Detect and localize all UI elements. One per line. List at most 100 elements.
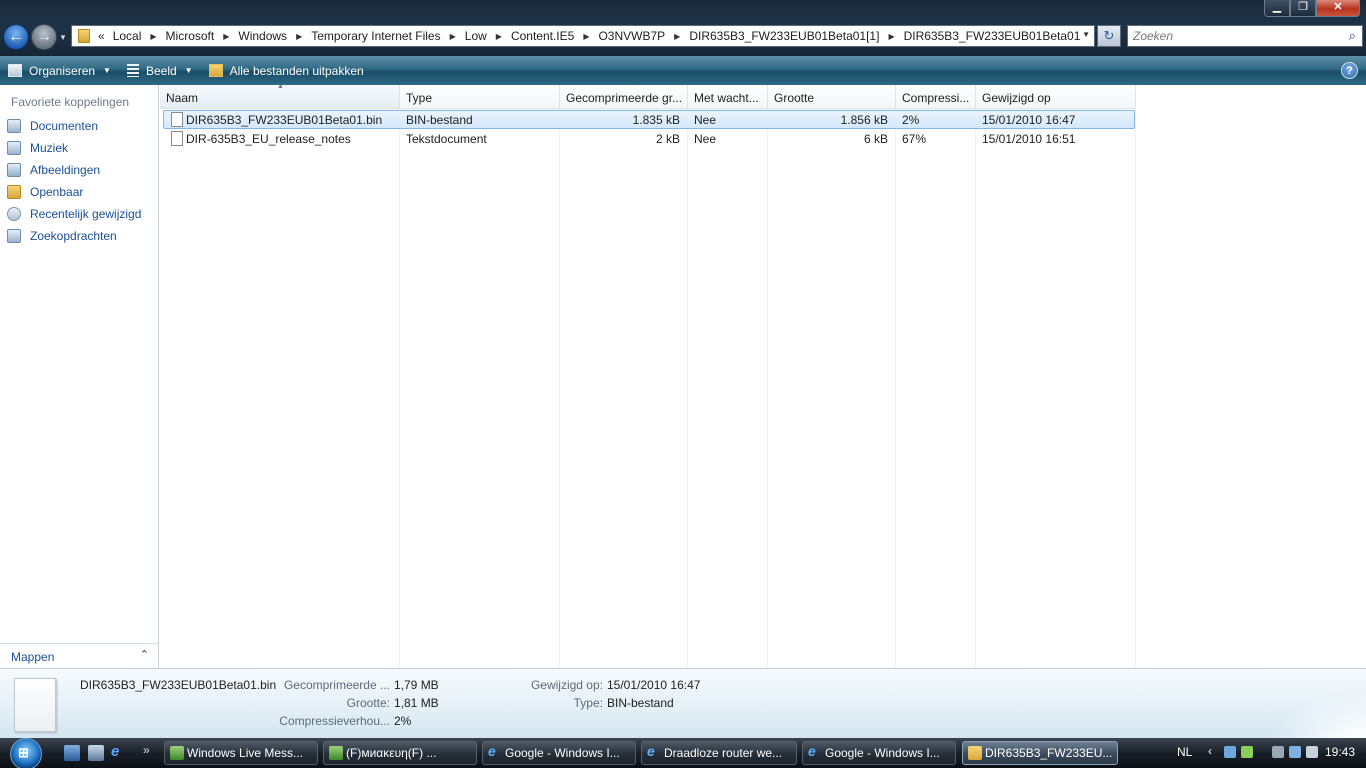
maximize-button[interactable]: ❐ — [1290, 0, 1316, 17]
organize-icon — [8, 64, 22, 77]
network-icon[interactable] — [1224, 746, 1236, 758]
column-header-compressed[interactable]: Gecomprimeerde gr... — [560, 85, 688, 109]
breadcrumb-segment[interactable]: Windows ▶ — [238, 29, 311, 43]
recent-pages-dropdown[interactable]: ▼ — [59, 33, 67, 42]
column-header-password[interactable]: Met wacht... — [688, 85, 768, 109]
sidebar-item-documents[interactable]: Documenten — [0, 115, 158, 137]
breadcrumb-segment[interactable]: Local ▶ — [113, 29, 166, 43]
file-modified: 15/01/2010 16:51 — [982, 132, 1076, 146]
documents-icon — [7, 119, 21, 133]
breadcrumb-segment[interactable]: Content.IE5 ▶ — [511, 29, 599, 43]
breadcrumb-separator-icon[interactable]: ▶ — [888, 32, 894, 41]
breadcrumb-separator-icon[interactable]: ▶ — [296, 32, 302, 41]
file-password: Nee — [694, 113, 717, 127]
battery-icon[interactable] — [1272, 746, 1284, 758]
chevron-down-icon: ▼ — [184, 66, 193, 75]
details-compressed-label: Gecomprimeerde ... — [283, 678, 390, 692]
language-indicator[interactable]: NL — [1177, 745, 1192, 759]
show-desktop-icon[interactable] — [64, 745, 80, 761]
table-row[interactable]: DIR-635B3_EU_release_notes Tekstdocument… — [160, 129, 1140, 148]
taskbar-button-explorer[interactable]: DIR635B3_FW233EU... — [962, 741, 1118, 765]
column-header-size[interactable]: Grootte — [768, 85, 896, 109]
help-icon[interactable]: ? — [1341, 62, 1358, 79]
safely-remove-icon[interactable] — [1289, 746, 1301, 758]
breadcrumb-separator-icon[interactable]: ▶ — [583, 32, 589, 41]
extract-all-button[interactable]: Alle bestanden uitpakken — [201, 56, 372, 85]
start-button[interactable]: ⊞ — [6, 738, 46, 768]
close-button[interactable]: ✕ — [1316, 0, 1360, 17]
sidebar-item-searches[interactable]: Zoekopdrachten — [0, 225, 158, 247]
column-divider — [975, 109, 976, 668]
column-header-ratio[interactable]: Compressi... — [896, 85, 976, 109]
internet-explorer-icon: e — [808, 743, 816, 759]
system-tray: NL ‹ 19:43 — [1168, 738, 1366, 768]
taskbar-button-messenger[interactable]: Windows Live Mess... — [164, 741, 318, 765]
column-label: Met wacht... — [694, 91, 759, 105]
file-password: Nee — [694, 132, 717, 146]
breadcrumb-segment[interactable]: O3NVWB7P ▶ — [598, 29, 689, 43]
breadcrumb-segment[interactable]: DIR635B3_FW233EUB01Beta01 — [904, 29, 1081, 43]
sidebar-item-label: Zoekopdrachten — [30, 229, 117, 243]
table-row[interactable]: DIR635B3_FW233EUB01Beta01.bin BIN-bestan… — [160, 110, 1140, 129]
details-type-value: BIN-bestand — [607, 696, 674, 710]
file-name: DIR635B3_FW233EUB01Beta01.bin — [186, 113, 383, 127]
organize-label: Organiseren — [29, 63, 96, 78]
column-header-type[interactable]: Type — [400, 85, 560, 109]
switch-windows-icon[interactable] — [88, 745, 104, 761]
back-button[interactable]: ← — [3, 24, 29, 50]
breadcrumb-segment[interactable]: DIR635B3_FW233EUB01Beta01[1] ▶ — [689, 29, 903, 43]
sidebar-item-label: Recentelijk gewijzigd — [30, 207, 142, 221]
decorative-swirl — [1236, 669, 1366, 739]
column-divider — [767, 109, 768, 668]
breadcrumb-separator-icon[interactable]: ▶ — [450, 32, 456, 41]
breadcrumb-separator-icon[interactable]: ▶ — [223, 32, 229, 41]
taskbar-button-router[interactable]: e Draadloze router we... — [641, 741, 797, 765]
breadcrumb-separator-icon[interactable]: ▶ — [496, 32, 502, 41]
column-header-modified[interactable]: Gewijzigd op — [976, 85, 1136, 109]
search-input[interactable]: Zoeken ⌕ — [1127, 25, 1363, 47]
clock[interactable]: 19:43 — [1325, 745, 1355, 759]
file-modified: 15/01/2010 16:47 — [982, 113, 1076, 127]
sidebar-item-recent[interactable]: Recentelijk gewijzigd — [0, 203, 158, 225]
favorites-heading: Favoriete koppelingen — [11, 95, 130, 109]
details-modified-label: Gewijzigd op: — [530, 678, 603, 692]
breadcrumb-overflow[interactable]: « — [98, 29, 105, 43]
wireless-icon[interactable] — [1241, 746, 1253, 758]
file-icon — [171, 112, 183, 127]
chevron-down-icon: ▼ — [103, 66, 111, 75]
show-hidden-icons[interactable]: ‹ — [1208, 744, 1212, 758]
sidebar-item-music[interactable]: Muziek — [0, 137, 158, 159]
breadcrumb-separator-icon[interactable]: ▶ — [150, 32, 156, 41]
internet-explorer-icon[interactable]: e — [111, 743, 127, 760]
address-dropdown-icon[interactable]: ▼ — [1082, 30, 1090, 39]
taskbar-button-google-1[interactable]: e Google - Windows I... — [482, 741, 636, 765]
breadcrumb-segment[interactable]: Low ▶ — [465, 29, 511, 43]
column-label: Grootte — [774, 91, 815, 105]
view-button[interactable]: Beeld ▼ — [119, 56, 201, 85]
column-label: Gewijzigd op — [982, 91, 1051, 105]
details-size-value: 1,81 MB — [394, 696, 439, 710]
sidebar-item-pictures[interactable]: Afbeeldingen — [0, 159, 158, 181]
breadcrumb-segment[interactable]: Temporary Internet Files ▶ — [311, 29, 465, 43]
address-bar[interactable]: « Local ▶ Microsoft ▶ Windows ▶ Temporary Inte… — [71, 25, 1095, 47]
minimize-button[interactable]: ▁ — [1264, 0, 1290, 17]
breadcrumb-separator-icon[interactable]: ▶ — [674, 32, 680, 41]
quick-launch-more[interactable]: » — [143, 743, 150, 757]
folders-toggle[interactable]: Mappen ⌃ — [0, 643, 158, 668]
chevron-up-icon[interactable]: ⌃ — [140, 648, 149, 661]
volume-icon[interactable] — [1306, 746, 1318, 758]
file-ratio: 2% — [902, 113, 920, 127]
search-icon[interactable]: ⌕ — [1349, 28, 1356, 44]
column-divider — [895, 109, 896, 668]
taskbar-button-chat[interactable]: (F)миακευη(F) ... — [323, 741, 477, 765]
refresh-button[interactable]: ↻ — [1097, 25, 1121, 47]
forward-button[interactable]: → — [31, 24, 57, 50]
taskbar-button-google-2[interactable]: e Google - Windows I... — [802, 741, 956, 765]
sidebar-item-public[interactable]: Openbaar — [0, 181, 158, 203]
breadcrumb: Local ▶ Microsoft ▶ Windows ▶ Temporary Intern… — [113, 29, 1081, 43]
column-header-name[interactable]: ▲ Naam — [160, 85, 400, 109]
organize-button[interactable]: Organiseren ▼ — [0, 56, 119, 85]
file-size: 6 kB — [863, 132, 888, 146]
file-name: DIR-635B3_EU_release_notes — [186, 132, 351, 146]
breadcrumb-segment[interactable]: Microsoft ▶ — [166, 29, 239, 43]
